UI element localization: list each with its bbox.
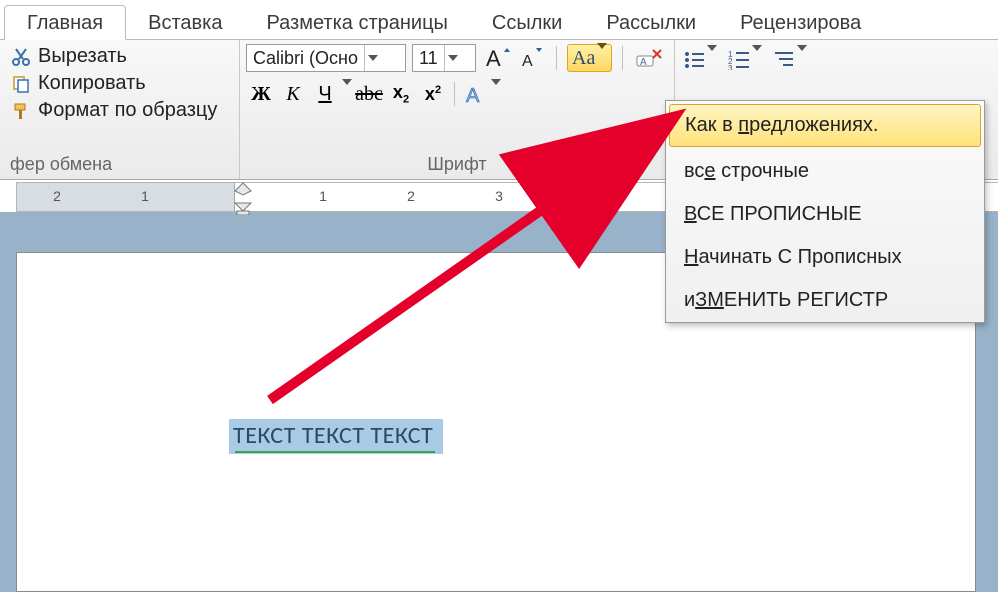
multilevel-list-button[interactable]: [771, 46, 808, 74]
italic-button[interactable]: К: [278, 81, 308, 107]
svg-text:A: A: [640, 57, 647, 68]
change-case-button[interactable]: Aa: [567, 44, 612, 72]
grow-font-button[interactable]: A: [482, 44, 512, 72]
selected-text[interactable]: ТЕКСТ ТЕКСТ ТЕКСТ: [229, 419, 443, 454]
strikethrough-button[interactable]: abc: [354, 81, 384, 107]
chevron-down-icon: [752, 51, 762, 69]
font-size-value: 11: [413, 48, 444, 69]
divider: [454, 82, 455, 106]
chevron-down-icon: [797, 51, 807, 69]
chevron-down-icon: [491, 85, 501, 103]
tab-insert[interactable]: Вставка: [126, 6, 244, 39]
ruler-number: 1: [319, 188, 327, 204]
numbering-button[interactable]: 123: [726, 46, 763, 74]
tab-home[interactable]: Главная: [4, 5, 126, 40]
chevron-down-icon: [707, 51, 717, 69]
case-lowercase-item[interactable]: все строчные: [666, 150, 984, 193]
indent-marker-icon[interactable]: [233, 181, 253, 215]
tab-mailings[interactable]: Рассылки: [584, 6, 718, 39]
change-case-menu: Как в предложениях. все строчные ВСЕ ПРО…: [665, 100, 985, 323]
tab-page-layout[interactable]: Разметка страницы: [244, 6, 469, 39]
svg-text:A: A: [486, 46, 501, 70]
tab-references[interactable]: Ссылки: [470, 6, 584, 39]
group-clipboard: Вырезать Копировать Формат по образцу фе…: [0, 40, 240, 179]
cut-button[interactable]: Вырезать: [6, 44, 233, 69]
scissors-icon: [10, 46, 32, 68]
svg-text:3: 3: [728, 64, 733, 70]
underline-glyph: Ч: [318, 83, 331, 106]
ruler-number: 2: [407, 188, 415, 204]
chevron-down-icon: [444, 45, 462, 71]
group-font-label: Шрифт: [246, 152, 668, 177]
ruler-number: 3: [495, 188, 503, 204]
ruler-number: 2: [53, 188, 61, 204]
case-capitalize-item[interactable]: Начинать С Прописных: [666, 236, 984, 279]
ruler-number: 1: [141, 188, 149, 204]
cut-label: Вырезать: [38, 45, 127, 68]
paintbrush-icon: [10, 100, 32, 122]
font-name-combo[interactable]: Calibri (Осно: [246, 44, 406, 72]
format-painter-button[interactable]: Формат по образцу: [6, 98, 233, 123]
tab-review[interactable]: Рецензирова: [718, 6, 883, 39]
group-font: Calibri (Осно 11 A A Aa: [240, 40, 675, 179]
underline-button[interactable]: Ч: [310, 81, 340, 107]
chevron-down-icon: [364, 45, 382, 71]
copy-label: Копировать: [38, 72, 146, 95]
text-effects-button[interactable]: A: [461, 80, 502, 108]
ribbon-tabs: Главная Вставка Разметка страницы Ссылки…: [0, 0, 998, 40]
svg-text:A: A: [466, 85, 480, 106]
change-case-glyph: Aa: [572, 47, 595, 70]
subscript-button[interactable]: x2: [386, 81, 416, 107]
svg-text:A: A: [522, 53, 533, 70]
spellcheck-wave-icon: [235, 451, 435, 453]
font-size-combo[interactable]: 11: [412, 44, 476, 72]
case-uppercase-item[interactable]: ВСЕ ПРОПИСНЫЕ: [666, 193, 984, 236]
divider: [556, 46, 557, 70]
chevron-down-icon: [597, 49, 607, 67]
divider: [622, 46, 623, 70]
format-painter-label: Формат по образцу: [38, 99, 217, 122]
group-clipboard-label: фер обмена: [6, 152, 233, 177]
clear-formatting-button[interactable]: A: [633, 44, 665, 72]
case-sentence-item[interactable]: Как в предложениях.: [669, 104, 981, 147]
bullets-button[interactable]: [681, 46, 718, 74]
case-toggle-item[interactable]: иЗМЕНИТЬ РЕГИСТР: [666, 279, 984, 322]
superscript-button[interactable]: x2: [418, 81, 448, 107]
chevron-down-icon[interactable]: [342, 85, 352, 103]
bold-button[interactable]: Ж: [246, 81, 276, 107]
shrink-font-button[interactable]: A: [518, 44, 546, 72]
font-name-value: Calibri (Осно: [247, 48, 364, 69]
copy-icon: [10, 73, 32, 95]
ruler-number: 4: [583, 188, 591, 204]
copy-button[interactable]: Копировать: [6, 71, 233, 96]
